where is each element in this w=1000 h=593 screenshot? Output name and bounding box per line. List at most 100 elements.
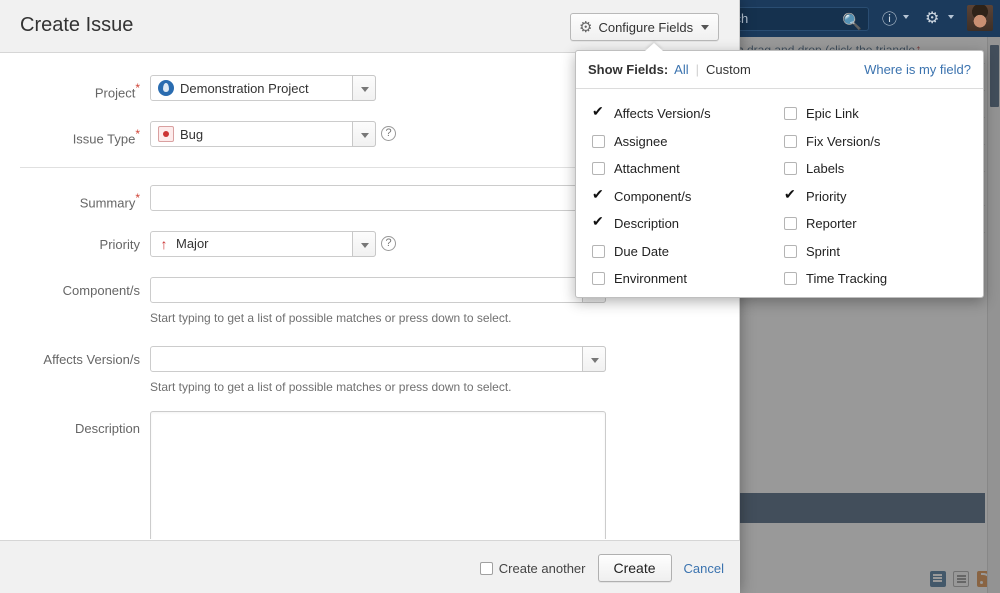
field-toggle-attachment[interactable]: Attachment <box>592 155 782 183</box>
configure-fields-right-column: Epic Link Fix Version/s Labels Priority … <box>784 100 974 293</box>
configure-fields-left-column: Affects Version/s Assignee Attachment Co… <box>592 100 782 293</box>
summary-input[interactable] <box>150 185 606 211</box>
create-another-label: Create another <box>498 560 586 576</box>
priority-dropdown-arrow-icon[interactable] <box>352 231 376 257</box>
checkbox[interactable] <box>592 162 605 176</box>
field-toggle-label: Assignee <box>614 133 668 149</box>
checkbox[interactable] <box>592 186 605 203</box>
field-toggle-epic-link[interactable]: Epic Link <box>784 100 974 128</box>
field-toggle-label: Attachment <box>614 161 680 177</box>
issue-type-help-icon[interactable]: ? <box>381 126 396 141</box>
create-button[interactable]: Create <box>597 554 672 582</box>
project-avatar-icon <box>158 80 174 96</box>
required-asterisk: * <box>135 81 140 95</box>
issue-type-select[interactable]: Bug <box>150 121 376 147</box>
configure-fields-label: Configure Fields <box>598 19 694 35</box>
checkbox[interactable] <box>784 217 797 231</box>
separator: | <box>695 62 700 77</box>
field-label-summary: Summary* <box>79 191 140 211</box>
checkbox[interactable] <box>592 134 605 148</box>
checkbox[interactable] <box>592 244 605 258</box>
settings-gear-icon[interactable]: ⚙ <box>925 8 939 28</box>
dropdown-pointer-arrow <box>645 43 663 51</box>
show-fields-custom-link[interactable]: Custom <box>706 62 751 77</box>
field-label-issue-type: Issue Type* <box>72 127 140 147</box>
cancel-button[interactable]: Cancel <box>684 561 724 576</box>
field-label-affects-versions: Affects Version/s <box>43 352 140 367</box>
checkbox[interactable] <box>784 107 797 121</box>
configure-fields-dropdown: Show Fields: All | Custom Where is my fi… <box>575 50 984 298</box>
help-icon[interactable]: ⓘ <box>882 8 897 29</box>
project-select[interactable]: Demonstration Project <box>150 75 376 101</box>
configure-fields-button[interactable]: ⚙ Configure Fields <box>570 13 720 41</box>
field-toggle-label: Reporter <box>806 216 857 232</box>
gear-icon: ⚙ <box>579 19 593 36</box>
field-toggle-description[interactable]: Description <box>592 210 782 238</box>
dialog-header: Create Issue ⚙ Configure Fields <box>0 0 739 53</box>
field-toggle-label: Component/s <box>614 188 692 204</box>
configure-fields-list: Affects Version/s Assignee Attachment Co… <box>576 90 985 286</box>
checkbox[interactable] <box>784 134 797 148</box>
field-toggle-environment[interactable]: Environment <box>592 265 782 293</box>
components-input[interactable] <box>150 277 606 303</box>
field-toggle-label: Priority <box>806 188 847 204</box>
field-toggle-fix-versions[interactable]: Fix Version/s <box>784 128 974 156</box>
search-icon[interactable]: 🔍 <box>842 12 862 32</box>
field-toggle-label: Fix Version/s <box>806 133 881 149</box>
help-chevron-down-icon[interactable] <box>903 15 909 19</box>
show-fields-all-link[interactable]: All <box>674 62 688 77</box>
priority-help-icon[interactable]: ? <box>381 236 396 251</box>
issue-type-value: Bug <box>180 126 204 142</box>
project-dropdown-arrow-icon[interactable] <box>352 75 376 101</box>
create-another-checkbox[interactable]: Create another <box>479 560 586 576</box>
priority-select[interactable]: ↑ Major <box>150 231 376 257</box>
field-label-project: Project* <box>94 81 140 101</box>
field-toggle-label: Labels <box>806 161 845 177</box>
field-toggle-priority[interactable]: Priority <box>784 183 974 211</box>
field-toggle-labels[interactable]: Labels <box>784 155 974 183</box>
field-label-priority: Priority <box>99 237 140 252</box>
project-value: Demonstration Project <box>180 80 309 96</box>
field-toggle-time-tracking[interactable]: Time Tracking <box>784 265 974 293</box>
dialog-footer: Create another Create Cancel <box>0 540 740 593</box>
issue-type-dropdown-arrow-icon[interactable] <box>352 121 376 147</box>
bug-icon <box>158 126 174 142</box>
field-toggle-sprint[interactable]: Sprint <box>784 238 974 266</box>
create-another-checkbox-box[interactable] <box>479 561 493 575</box>
field-label-components: Component/s <box>62 283 140 298</box>
checkbox[interactable] <box>784 186 797 203</box>
components-helper-text: Start typing to get a list of possible m… <box>150 311 512 325</box>
priority-major-arrow-icon: ↑ <box>160 235 168 252</box>
settings-chevron-down-icon[interactable] <box>948 15 954 19</box>
checkbox[interactable] <box>592 272 605 286</box>
avatar[interactable] <box>967 5 993 31</box>
where-is-my-field-link[interactable]: Where is my field? <box>864 62 971 77</box>
field-toggle-label: Sprint <box>806 243 840 259</box>
page-title: Create Issue <box>20 14 134 36</box>
checkbox[interactable] <box>592 213 605 230</box>
field-label-description: Description <box>74 421 140 436</box>
required-asterisk: * <box>135 191 140 205</box>
field-toggle-due-date[interactable]: Due Date <box>592 238 782 266</box>
field-toggle-label: Environment <box>614 271 687 287</box>
field-toggle-label: Affects Version/s <box>614 106 711 122</box>
field-toggle-assignee[interactable]: Assignee <box>592 128 782 156</box>
affects-versions-helper-text: Start typing to get a list of possible m… <box>150 380 512 394</box>
field-toggle-label: Description <box>614 216 680 232</box>
checkbox[interactable] <box>784 272 797 286</box>
field-toggle-label: Due Date <box>614 243 669 259</box>
affects-versions-input[interactable] <box>150 346 606 372</box>
checkbox[interactable] <box>592 103 605 120</box>
field-toggle-components[interactable]: Component/s <box>592 183 782 211</box>
field-toggle-reporter[interactable]: Reporter <box>784 210 974 238</box>
description-textarea[interactable] <box>150 411 606 539</box>
field-toggle-affects-versions[interactable]: Affects Version/s <box>592 100 782 128</box>
chevron-down-icon <box>701 24 710 30</box>
field-toggle-label: Time Tracking <box>806 271 888 287</box>
show-fields-label: Show Fields: <box>588 62 669 77</box>
checkbox[interactable] <box>784 162 797 176</box>
field-toggle-label: Epic Link <box>806 106 859 122</box>
affects-versions-dropdown-arrow-icon[interactable] <box>582 346 606 372</box>
configure-fields-header: Show Fields: All | Custom Where is my fi… <box>576 51 983 89</box>
checkbox[interactable] <box>784 244 797 258</box>
